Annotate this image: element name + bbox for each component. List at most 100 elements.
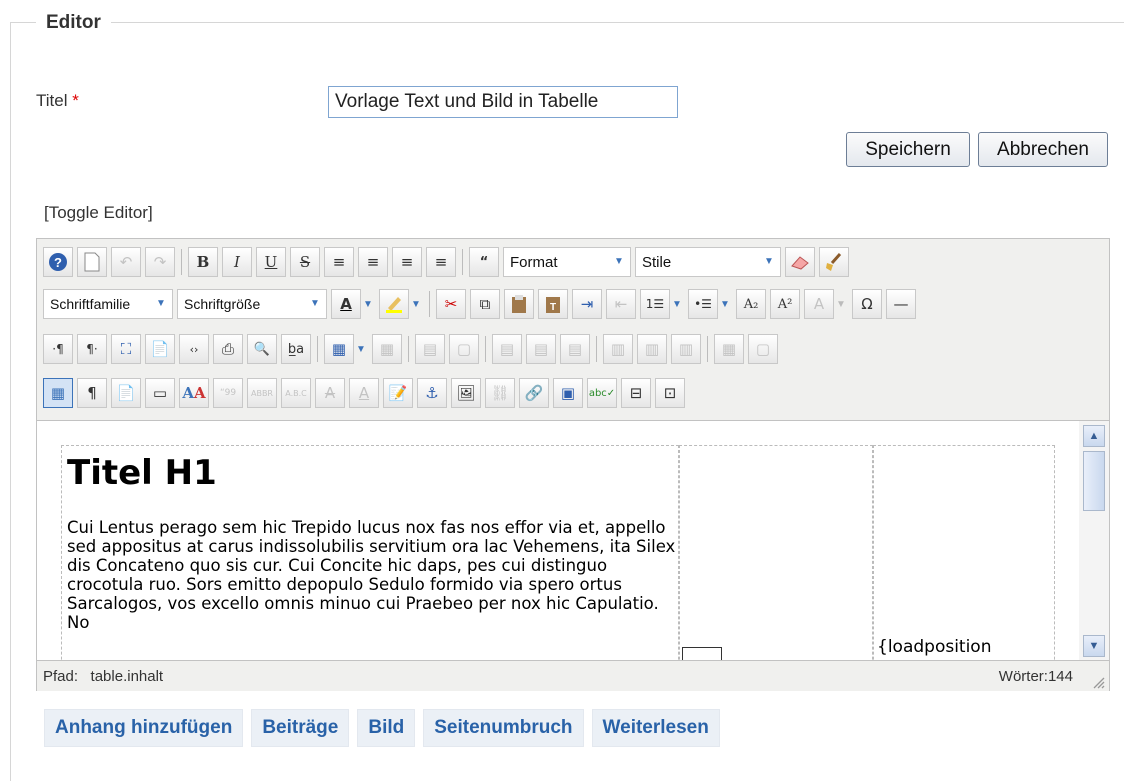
style-editor-icon[interactable]: AA [179, 378, 209, 408]
delete-col-icon[interactable]: ▥ [671, 334, 701, 364]
ltr-icon[interactable]: ·¶ [43, 334, 73, 364]
split-cells-icon[interactable]: ▦ [714, 334, 744, 364]
resize-grip-icon[interactable] [1091, 675, 1105, 689]
readmore-button[interactable]: Weiterlesen [591, 709, 720, 747]
editor-scrollbar[interactable]: ▲ ▼ [1079, 420, 1109, 661]
style-props-icon[interactable]: ▭ [145, 378, 175, 408]
style-select[interactable]: Stile ▼ [635, 247, 781, 277]
align-right-icon[interactable]: ≡ [426, 247, 456, 277]
ins-icon[interactable]: A [349, 378, 379, 408]
paste-icon[interactable] [504, 289, 534, 319]
chevron-down-icon[interactable]: ▼ [834, 289, 848, 319]
horizontal-rule-icon[interactable]: — [886, 289, 916, 319]
scroll-down-icon[interactable]: ▼ [1083, 635, 1105, 657]
chevron-down-icon[interactable]: ▼ [670, 289, 684, 319]
superscript-icon[interactable]: A² [770, 289, 800, 319]
articles-button[interactable]: Beiträge [251, 709, 350, 747]
template-icon[interactable]: 📄 [111, 378, 141, 408]
subscript-icon[interactable]: A₂ [736, 289, 766, 319]
special-character-icon[interactable]: Ω [852, 289, 882, 319]
image-placeholder[interactable] [682, 647, 722, 661]
del-icon[interactable]: A [315, 378, 345, 408]
page-break-icon[interactable]: ⊟ [621, 378, 651, 408]
indent-icon[interactable]: ⇥ [572, 289, 602, 319]
table-cell-props-icon[interactable]: ▢ [449, 334, 479, 364]
acronym-icon[interactable]: A.B.C [281, 378, 311, 408]
cut-icon[interactable]: ✂ [436, 289, 466, 319]
toggle-editor-link[interactable]: [Toggle Editor] [44, 203, 153, 223]
chevron-down-icon[interactable]: ▼ [361, 289, 375, 319]
chevron-down-icon[interactable]: ▼ [409, 289, 423, 319]
bold-icon[interactable]: B [188, 247, 218, 277]
insert-col-before-icon[interactable]: ▥ [603, 334, 633, 364]
spellcheck-icon[interactable]: abc✓ [587, 378, 617, 408]
merge-cells-icon[interactable]: ▢ [748, 334, 778, 364]
insert-image-icon[interactable]: ▣ [553, 378, 583, 408]
attachment-button[interactable]: Anhang hinzufügen [44, 709, 244, 747]
insert-table-icon[interactable]: ▦ [324, 334, 354, 364]
show-blocks-icon[interactable]: ¶ [77, 378, 107, 408]
unlink-icon[interactable]: ⛓ [485, 378, 515, 408]
title-input[interactable] [328, 86, 678, 118]
copy-icon[interactable]: ⧉ [470, 289, 500, 319]
align-left-icon[interactable]: ≡ [392, 247, 422, 277]
link-icon[interactable]: 🔗 [519, 378, 549, 408]
redo-icon[interactable]: ↷ [145, 247, 175, 277]
align-justify-icon[interactable]: ≡ [324, 247, 354, 277]
scroll-thumb[interactable] [1083, 451, 1105, 511]
format-select[interactable]: Format ▼ [503, 247, 631, 277]
visual-aid-icon[interactable]: ▦ [43, 378, 73, 408]
blockquote-icon[interactable]: “ [469, 247, 499, 277]
editor-content[interactable]: Titel H1 Cui Lentus perago sem hic Trepi… [37, 420, 1079, 661]
search-icon[interactable]: 🔍 [247, 334, 277, 364]
align-center-icon[interactable]: ≡ [358, 247, 388, 277]
save-button[interactable]: Speichern [846, 132, 970, 167]
help-icon[interactable]: ? [43, 247, 73, 277]
highlight-color-icon[interactable] [379, 289, 409, 319]
new-document-icon[interactable] [77, 247, 107, 277]
numbered-list-icon[interactable]: 1☰ [640, 289, 670, 319]
table-row-props-icon[interactable]: ▤ [415, 334, 445, 364]
print-icon[interactable]: ⎙ [213, 334, 243, 364]
insert-col-after-icon[interactable]: ▥ [637, 334, 667, 364]
font-size-select[interactable]: Schriftgröße ▼ [177, 289, 327, 319]
chevron-down-icon[interactable]: ▼ [354, 334, 368, 364]
replace-icon[interactable]: b̲a [281, 334, 311, 364]
strikethrough-icon[interactable]: S [290, 247, 320, 277]
text-color-icon[interactable]: A [331, 289, 361, 319]
delete-row-icon[interactable]: ▤ [560, 334, 590, 364]
insert-row-after-icon[interactable]: ▤ [526, 334, 556, 364]
pagebreak-button[interactable]: Seitenumbruch [423, 709, 584, 747]
font-family-select[interactable]: Schriftfamilie ▼ [43, 289, 173, 319]
chevron-down-icon[interactable]: ▼ [718, 289, 732, 319]
font-size-select-label: Schriftgröße [184, 296, 261, 312]
italic-icon[interactable]: I [222, 247, 252, 277]
underline-icon[interactable]: U [256, 247, 286, 277]
html-source-icon[interactable]: ‹› [179, 334, 209, 364]
cancel-button[interactable]: Abbrechen [978, 132, 1108, 167]
bullet-list-icon[interactable]: •☰ [688, 289, 718, 319]
cleanup-broom-icon[interactable] [819, 247, 849, 277]
eraser-icon[interactable] [785, 247, 815, 277]
rtl-icon[interactable]: ¶· [77, 334, 107, 364]
undo-icon[interactable]: ↶ [111, 247, 141, 277]
abbr-icon[interactable]: ABBR [247, 378, 277, 408]
background-color-icon[interactable]: A [804, 289, 834, 319]
paste-word-icon[interactable]: 📄 [145, 334, 175, 364]
toolbar-row-1: ? ↶ ↷ B I U S ≡ ≡ ≡ ≡ “ Format ▼ Stile ▼ [43, 245, 853, 279]
attributes-icon[interactable]: 📝 [383, 378, 413, 408]
scroll-up-icon[interactable]: ▲ [1083, 425, 1105, 447]
image-button[interactable]: Bild [357, 709, 416, 747]
table-cell-module[interactable] [873, 445, 1055, 661]
cite-icon[interactable]: “99 [213, 378, 243, 408]
anchor-icon[interactable]: ⚓ [417, 378, 447, 408]
image-icon[interactable]: 🖼 [451, 378, 481, 408]
table-cell-image[interactable] [679, 445, 873, 661]
path-value[interactable]: table.inhalt [91, 668, 164, 685]
fullscreen-icon[interactable]: ⛶ [111, 334, 141, 364]
insert-row-before-icon[interactable]: ▤ [492, 334, 522, 364]
outdent-icon[interactable]: ⇤ [606, 289, 636, 319]
delete-table-icon[interactable]: ▦ [372, 334, 402, 364]
paste-text-icon[interactable]: T [538, 289, 568, 319]
readmore-icon[interactable]: ⊡ [655, 378, 685, 408]
